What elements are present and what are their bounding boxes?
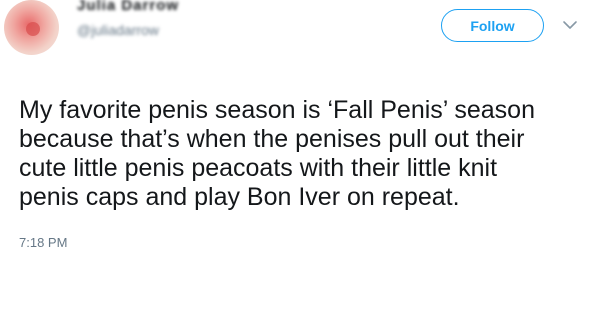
tweet-text: My favorite penis season is ‘Fall Penis’… [19,96,604,212]
author-display-name[interactable]: Julia Darrow [77,0,179,16]
avatar-detail [26,22,40,36]
follow-button[interactable]: Follow [441,9,544,42]
tweet-text-line: penis caps and play Bon Iver on repeat. [19,183,460,211]
tweet-text-line: cute little penis peacoats with their li… [19,154,498,182]
author-info: Julia Darrow @juliadarrow [77,0,179,39]
chevron-down-icon[interactable] [562,17,578,33]
avatar[interactable] [4,0,59,55]
tweet-text-line: because that’s when the penises pull out… [19,125,525,153]
tweet-timestamp[interactable]: 7:18 PM [19,234,67,252]
tweet-text-line: My favorite penis season is ‘Fall Penis’… [19,96,535,124]
tweet-card: Julia Darrow @juliadarrow Follow My favo… [0,0,611,311]
author-handle[interactable]: @juliadarrow [77,21,179,39]
